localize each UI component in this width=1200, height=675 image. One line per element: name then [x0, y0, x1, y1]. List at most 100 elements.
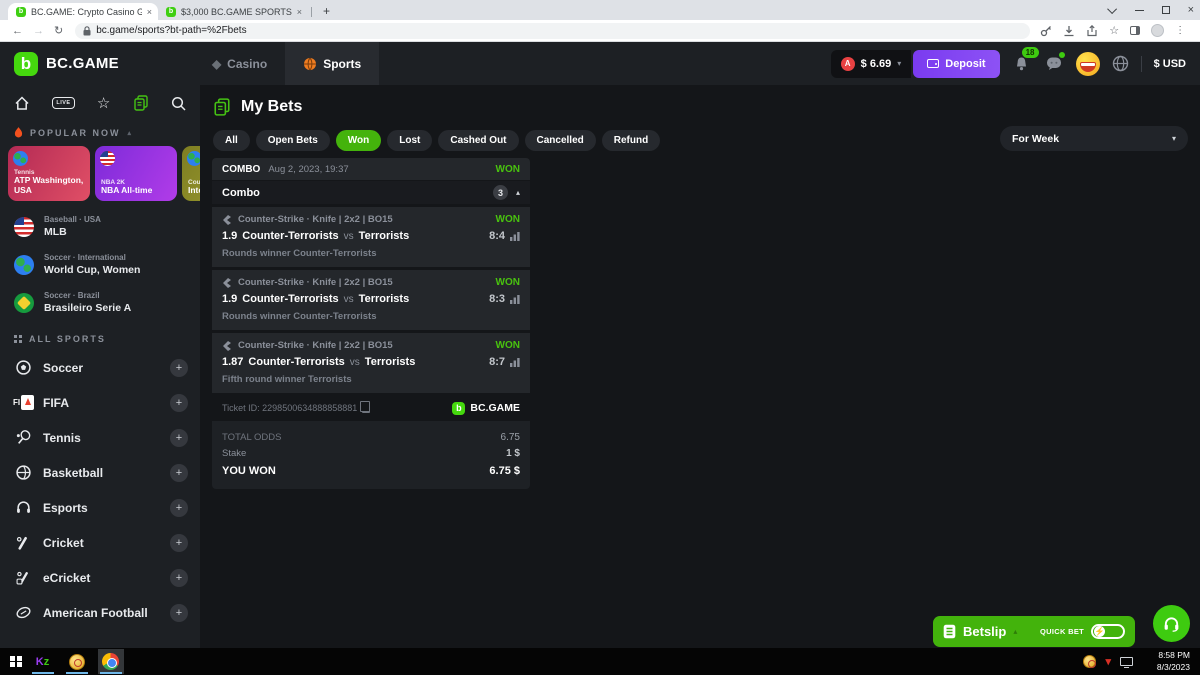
sidebar-item-cricket[interactable]: Cricket +: [0, 525, 200, 560]
sidebar-item-american-football[interactable]: American Football +: [0, 595, 200, 630]
filter-cancelled[interactable]: Cancelled: [525, 130, 596, 151]
usa-flag-icon: [100, 151, 115, 166]
back-button[interactable]: ←: [12, 25, 23, 37]
forward-button[interactable]: →: [33, 25, 44, 37]
popular-card-tennis[interactable]: Tennis ATP Washington, USA: [8, 146, 90, 201]
reload-button[interactable]: ↻: [54, 24, 63, 37]
filter-all[interactable]: All: [213, 130, 250, 151]
stats-bars-icon[interactable]: [510, 294, 520, 304]
my-bets-icon[interactable]: [133, 95, 149, 111]
filter-lost[interactable]: Lost: [387, 130, 432, 151]
deposit-button[interactable]: Deposit: [913, 50, 999, 78]
filter-cashed-out[interactable]: Cashed Out: [438, 130, 518, 151]
quick-bet-toggle[interactable]: ⚡: [1091, 624, 1125, 639]
sport-label: Soccer: [43, 361, 158, 375]
taskbar-clock[interactable]: 8:58 PM 8/3/2023: [1142, 650, 1190, 673]
sidebar-item-soccer[interactable]: Soccer +: [0, 350, 200, 385]
stats-bars-icon[interactable]: [510, 231, 520, 241]
notifications-button[interactable]: 18: [1012, 56, 1032, 72]
search-icon[interactable]: [171, 96, 186, 111]
expand-plus-button[interactable]: +: [170, 534, 188, 552]
window-menu-chevron-icon[interactable]: [1107, 4, 1117, 14]
browser-profile-avatar[interactable]: [1151, 24, 1164, 37]
home-icon[interactable]: [14, 96, 30, 111]
nav-tab-sports[interactable]: Sports: [285, 42, 379, 85]
popular-card-nba2k[interactable]: NBA 2K NBA All-time: [95, 146, 177, 201]
address-bar[interactable]: bc.game/sports?bt-path=%2Fbets: [75, 23, 1030, 39]
language-globe-icon[interactable]: [1112, 55, 1129, 72]
window-close-button[interactable]: ×: [1188, 5, 1194, 16]
page-title: My Bets: [241, 98, 302, 116]
popular-now-header[interactable]: POPULAR NOW ▴: [0, 111, 200, 144]
expand-plus-button[interactable]: +: [170, 394, 188, 412]
download-icon[interactable]: [1063, 25, 1075, 37]
sidebar-item-fifa[interactable]: FI FIFA +: [0, 385, 200, 420]
popular-card-csgo[interactable]: Count Intel E Maste: [182, 146, 200, 201]
away-team: Terrorists: [359, 293, 410, 305]
browser-tab-active[interactable]: b BC.GAME: Crypto Casino Games ×: [8, 3, 158, 20]
window-minimize-button[interactable]: [1135, 10, 1144, 11]
support-button[interactable]: [1153, 605, 1190, 642]
browser-tab-inactive[interactable]: b $3,000 BC.GAME SPORTS PARLA ×: [158, 3, 308, 20]
live-icon[interactable]: LIVE: [52, 97, 74, 109]
favorites-star-icon[interactable]: ☆: [97, 96, 110, 111]
leg-market: Rounds winner Counter-Terrorists: [222, 248, 520, 259]
taskbar-app-chrome[interactable]: [98, 649, 124, 674]
tennis-icon: [16, 430, 31, 445]
taskbar-app-kz[interactable]: Kz: [30, 649, 56, 674]
leg-score: 8:7: [489, 356, 505, 368]
nav-tab-casino[interactable]: ◆ Casino: [194, 42, 285, 85]
expand-plus-button[interactable]: +: [170, 359, 188, 377]
sport-label: Cricket: [43, 536, 158, 550]
taskbar-app-coin[interactable]: [64, 649, 90, 674]
tab-close-icon[interactable]: ×: [297, 7, 302, 17]
side-panel-icon[interactable]: [1130, 26, 1140, 35]
stats-bars-icon[interactable]: [510, 357, 520, 367]
bcgame-logo[interactable]: b BC.GAME: [14, 52, 119, 76]
fiat-currency-selector[interactable]: $ USD: [1154, 58, 1186, 70]
bet-leg[interactable]: Counter-Strike · Knife | 2x2 | BO15 WON …: [212, 270, 530, 330]
bet-leg[interactable]: Counter-Strike · Knife | 2x2 | BO15 WON …: [212, 333, 530, 393]
bet-status: WON: [496, 164, 520, 175]
period-dropdown[interactable]: For Week ▾: [1000, 126, 1188, 151]
sidebar-item-tennis[interactable]: Tennis +: [0, 420, 200, 455]
chat-button[interactable]: [1044, 56, 1064, 71]
betslip-bar[interactable]: Betslip ▴ QUICK BET ⚡: [933, 616, 1135, 647]
deposit-label: Deposit: [945, 58, 985, 70]
expand-plus-button[interactable]: +: [170, 464, 188, 482]
total-odds-label: TOTAL ODDS: [222, 432, 281, 443]
copy-icon[interactable]: [362, 404, 370, 413]
start-button[interactable]: [10, 656, 22, 668]
share-icon[interactable]: [1086, 25, 1098, 37]
filter-won[interactable]: Won: [336, 130, 381, 151]
item-title: World Cup, Women: [44, 264, 140, 276]
popular-item-world-cup[interactable]: Soccer · International World Cup, Women: [0, 245, 200, 283]
sidebar-item-ecricket[interactable]: eCricket +: [0, 560, 200, 595]
user-avatar[interactable]: [1076, 52, 1100, 76]
expand-plus-button[interactable]: +: [170, 604, 188, 622]
filter-open-bets[interactable]: Open Bets: [256, 130, 330, 151]
password-key-icon[interactable]: [1040, 25, 1052, 37]
browser-menu-icon[interactable]: ⋮: [1175, 25, 1185, 36]
popular-item-mlb[interactable]: Baseball · USA MLB: [0, 207, 200, 245]
lock-icon: [83, 26, 91, 36]
expand-plus-button[interactable]: +: [170, 569, 188, 587]
item-category: Baseball · USA: [44, 215, 101, 224]
tray-coin-icon[interactable]: [1083, 655, 1096, 668]
popular-item-brasileiro[interactable]: Soccer · Brazil Brasileiro Serie A: [0, 283, 200, 321]
new-tab-button[interactable]: +: [323, 4, 330, 18]
expand-plus-button[interactable]: +: [170, 429, 188, 447]
network-icon[interactable]: [1120, 657, 1133, 666]
balance-selector[interactable]: A $ 6.69 ▾: [831, 50, 912, 78]
window-restore-button[interactable]: [1162, 6, 1170, 14]
combo-toggle-row[interactable]: Combo 3 ▴: [212, 181, 530, 204]
sidebar-item-esports[interactable]: Esports +: [0, 490, 200, 525]
bookmark-star-icon[interactable]: ☆: [1109, 24, 1119, 37]
betslip-caret-icon: ▴: [1013, 627, 1017, 636]
expand-plus-button[interactable]: +: [170, 499, 188, 517]
tab-close-icon[interactable]: ×: [147, 7, 152, 17]
sidebar-item-basketball[interactable]: Basketball +: [0, 455, 200, 490]
filter-refund[interactable]: Refund: [602, 130, 660, 151]
tray-red-icon[interactable]: ▾: [1105, 655, 1111, 668]
bet-leg[interactable]: Counter-Strike · Knife | 2x2 | BO15 WON …: [212, 207, 530, 267]
